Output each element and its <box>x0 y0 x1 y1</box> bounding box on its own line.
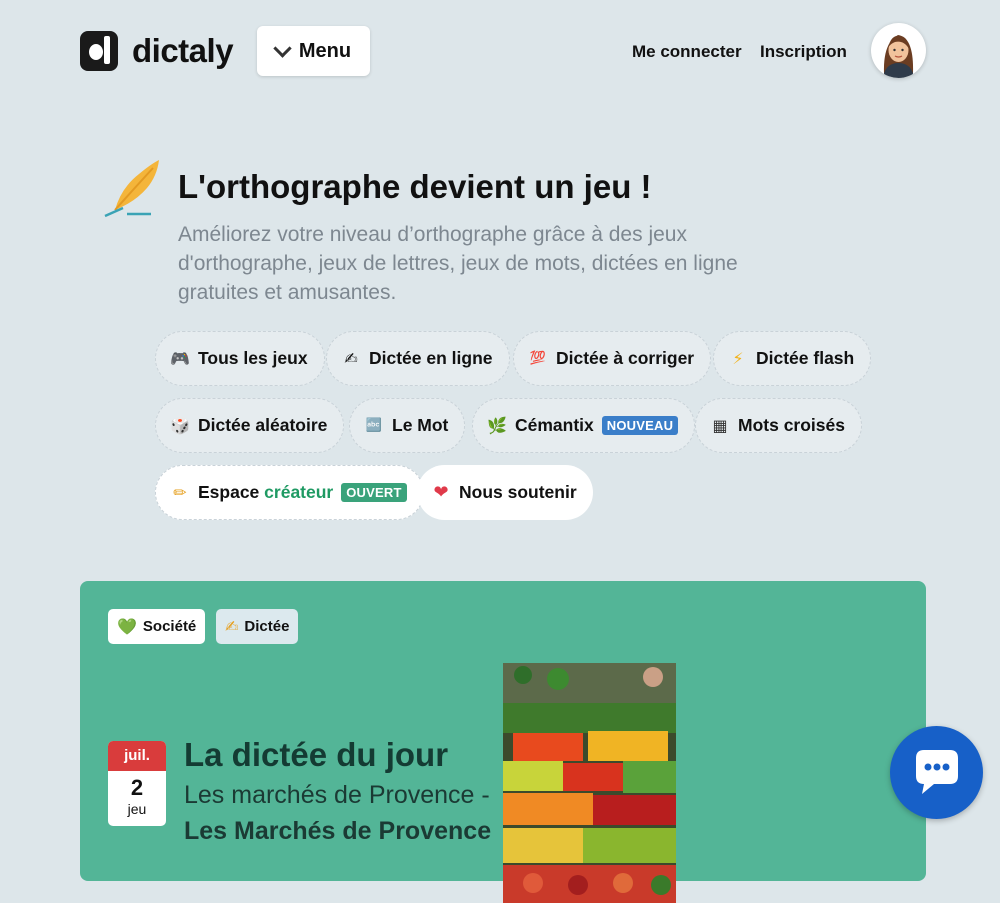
herb-icon: 🌿 <box>487 416 507 435</box>
pill-dictee-flash[interactable]: ⚡ Dictée flash <box>713 331 872 386</box>
tag-label: Société <box>142 618 197 635</box>
pill-label: Tous les jeux <box>198 348 308 368</box>
writing-hand-icon: ✍ <box>225 617 239 636</box>
gamepad-icon: 🎮 <box>170 349 190 368</box>
lightning-icon: ⚡ <box>732 349 744 368</box>
open-badge: OUVERT <box>341 483 407 502</box>
dice-icon: 🎲 <box>170 416 190 435</box>
pill-label-accent: créateur <box>264 482 334 502</box>
logo[interactable]: dictaly <box>80 31 234 71</box>
hundred-points-icon: 💯 <box>529 351 547 366</box>
abc-icon: 🔤 <box>365 418 383 433</box>
pill-dictee-a-corriger[interactable]: 💯 Dictée à corriger <box>513 331 712 386</box>
new-badge: NOUVEAU <box>601 416 679 435</box>
signup-link[interactable]: Inscription <box>760 42 847 62</box>
heart-icon: ❤ <box>433 482 449 503</box>
pill-cemantix[interactable]: 🌿 Cémantix NOUVEAU <box>472 398 696 453</box>
pill-le-mot[interactable]: 🔤 Le Mot <box>349 398 466 453</box>
featured-dictee-card[interactable]: 💚 Société ✍ Dictée juil. 2 jeu La dictée… <box>80 581 926 903</box>
date-day: 2 <box>130 775 144 800</box>
dictee-subtitle: Les marchés de Provence - <box>184 781 490 809</box>
writing-hand-icon: ✍ <box>344 349 358 368</box>
pill-tous-les-jeux[interactable]: 🎮 Tous les jeux <box>155 331 325 386</box>
pencil-icon: ✏ <box>173 483 187 502</box>
chat-bubble-icon[interactable] <box>890 726 983 819</box>
tag-societe[interactable]: 💚 Société <box>108 609 206 644</box>
date-month: juil. <box>108 741 166 771</box>
pill-nous-soutenir[interactable]: ❤ Nous soutenir <box>417 465 593 520</box>
pill-label: Nous soutenir <box>459 482 577 502</box>
crossword-grid-icon: ▦ <box>712 416 728 435</box>
tag-label: Dictée <box>244 618 290 635</box>
quill-icon <box>101 158 163 220</box>
pill-mots-croises[interactable]: ▦ Mots croisés <box>695 398 862 453</box>
page-subtitle: Améliorez votre niveau d’orthographe grâ… <box>178 223 738 304</box>
dictaly-logo-icon <box>80 31 118 71</box>
dictee-title[interactable]: La dictée du jour <box>184 736 448 774</box>
pill-label: Dictée à corriger <box>556 348 695 368</box>
pill-espace-createur[interactable]: ✏ Espace créateur OUVERT <box>155 465 424 520</box>
dictee-subtitle-2: Les Marchés de Provence <box>184 817 492 845</box>
pill-label: Dictée en ligne <box>369 348 493 368</box>
logo-text: dictaly <box>132 32 234 69</box>
user-avatar-icon[interactable] <box>871 23 926 78</box>
pill-dictee-en-ligne[interactable]: ✍ Dictée en ligne <box>326 331 510 386</box>
pill-label: Mots croisés <box>738 415 845 435</box>
menu-button[interactable]: Menu <box>257 26 370 76</box>
calendar-date: juil. 2 jeu <box>108 741 166 826</box>
menu-label: Menu <box>298 39 352 62</box>
pill-label: Espace créateur <box>198 482 334 502</box>
login-link[interactable]: Me connecter <box>632 42 742 62</box>
heart-network-icon: 💚 <box>117 617 137 636</box>
pill-label: Le Mot <box>392 415 449 435</box>
pill-label: Dictée flash <box>756 348 855 368</box>
pill-dictee-aleatoire[interactable]: 🎲 Dictée aléatoire <box>155 398 345 453</box>
page-title: L'orthographe devient un jeu ! <box>178 168 652 205</box>
market-photo <box>503 663 676 903</box>
date-weekday: jeu <box>127 801 147 817</box>
pill-label: Dictée aléatoire <box>198 415 328 435</box>
chevron-down-icon <box>273 38 292 58</box>
pill-label: Cémantix <box>515 415 594 435</box>
tag-dictee[interactable]: ✍ Dictée <box>216 609 299 644</box>
